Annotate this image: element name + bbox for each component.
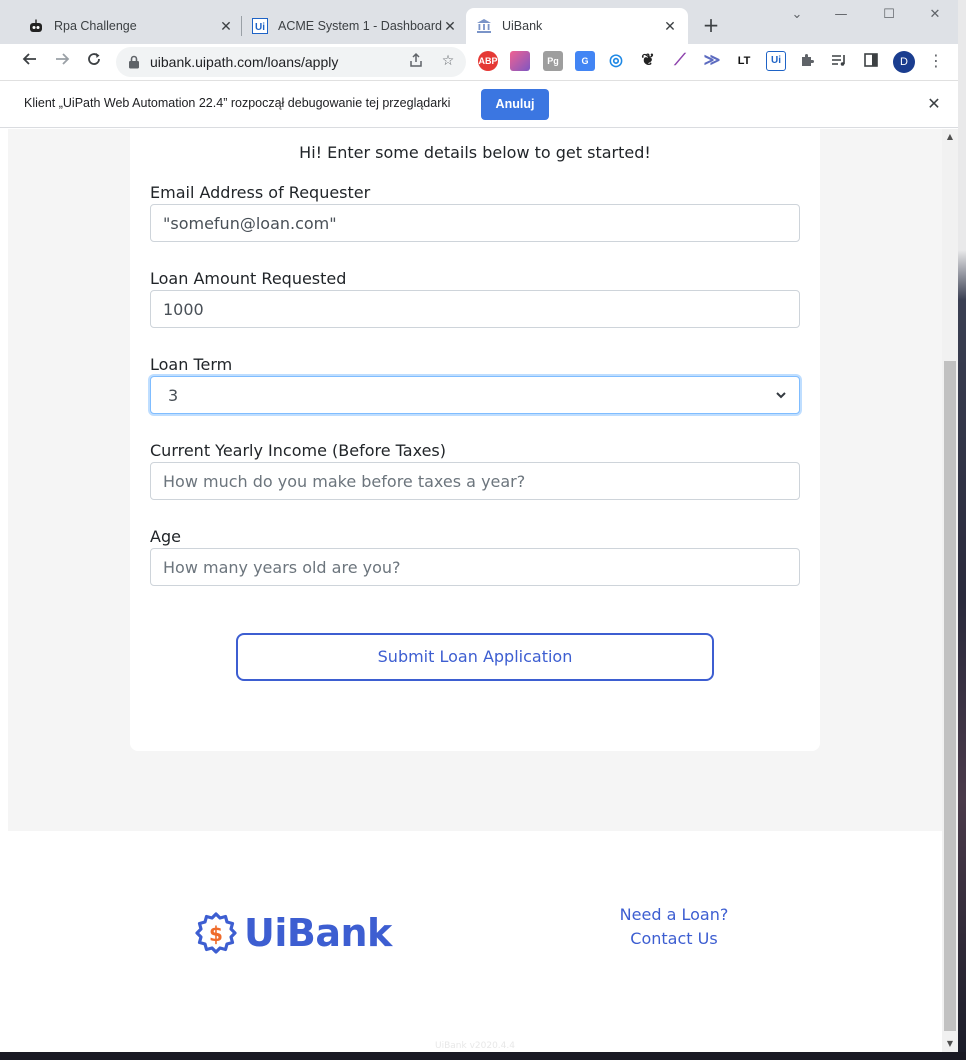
circle-icon[interactable]: ◎ <box>606 51 626 71</box>
lt-icon[interactable]: LT <box>734 51 754 71</box>
uipath-icon: Ui <box>252 18 268 34</box>
browser-toolbar: uibank.uipath.com/loans/apply ☆ ABP Pg G… <box>0 44 958 80</box>
chevron-ext-icon[interactable]: ≫ <box>702 51 722 71</box>
gradient-icon[interactable] <box>510 51 530 71</box>
chevron-down-icon <box>776 392 786 399</box>
tab-title: ACME System 1 - Dashboard <box>278 19 442 33</box>
chevron-down-icon[interactable]: ⌄ <box>785 4 809 28</box>
url-text: uibank.uipath.com/loans/apply <box>150 54 339 70</box>
term-selected-value: 3 <box>168 385 179 405</box>
pg-icon[interactable]: Pg <box>543 51 563 71</box>
translate-icon[interactable]: G <box>575 51 595 71</box>
form-greeting: Hi! Enter some details below to get star… <box>299 143 651 162</box>
uibank-logo[interactable]: $ UiBank <box>192 909 392 957</box>
term-select[interactable]: 3 <box>150 376 800 414</box>
desktop-background <box>958 0 966 1060</box>
reload-button[interactable] <box>82 50 106 74</box>
contact-us-link[interactable]: Contact Us <box>594 929 754 948</box>
arrow-left-icon <box>22 53 36 65</box>
income-field[interactable] <box>150 462 800 500</box>
arrow-right-icon <box>56 53 70 65</box>
submit-loan-button[interactable]: Submit Loan Application <box>236 633 714 681</box>
adblock-icon[interactable]: ABP <box>478 51 498 71</box>
brand-name: UiBank <box>244 911 392 955</box>
close-icon[interactable]: ✕ <box>662 18 678 34</box>
close-icon[interactable]: ✕ <box>442 18 458 34</box>
back-button[interactable] <box>18 50 42 74</box>
feather-icon[interactable]: ⟋ <box>670 51 690 71</box>
email-label: Email Address of Requester <box>150 183 371 202</box>
cancel-button[interactable]: Anuluj <box>481 89 549 120</box>
scroll-down-arrow-icon[interactable]: ▼ <box>942 1036 958 1052</box>
amount-field[interactable] <box>150 290 800 328</box>
tab-strip: Rpa Challenge ✕ Ui ACME System 1 - Dashb… <box>0 0 958 44</box>
maximize-icon[interactable]: ☐ <box>877 4 901 28</box>
extensions-puzzle-icon[interactable] <box>798 52 816 70</box>
page-viewport: Hi! Enter some details below to get star… <box>8 129 942 1052</box>
window-close-icon[interactable]: ✕ <box>923 4 947 28</box>
reading-list-icon[interactable] <box>830 52 848 70</box>
close-icon[interactable]: ✕ <box>218 18 234 34</box>
term-label: Loan Term <box>150 355 233 374</box>
svg-text:$: $ <box>209 922 223 946</box>
email-field[interactable] <box>150 204 800 242</box>
profile-avatar[interactable]: D <box>893 51 915 73</box>
forward-button[interactable] <box>50 50 74 74</box>
share-icon[interactable] <box>407 52 425 70</box>
robot-icon <box>28 18 44 34</box>
gnu-icon[interactable]: ❦ <box>638 51 658 71</box>
desktop-taskbar-edge <box>0 1052 966 1060</box>
svg-text:Ui: Ui <box>255 22 265 33</box>
tab-uibank[interactable]: UiBank ✕ <box>466 8 688 44</box>
income-label: Current Yearly Income (Before Taxes) <box>150 441 446 460</box>
amount-label: Loan Amount Requested <box>150 269 347 288</box>
close-icon[interactable]: ✕ <box>925 93 943 115</box>
lock-icon <box>129 55 139 69</box>
scrollbar-thumb[interactable] <box>944 361 956 1031</box>
minimize-icon[interactable]: — <box>829 4 853 28</box>
dollar-badge-icon: $ <box>195 912 237 954</box>
page-footer: $ UiBank Need a Loan? Contact Us UiBank … <box>8 831 942 1052</box>
tab-title: UiBank <box>502 19 543 33</box>
loan-form-card: Hi! Enter some details below to get star… <box>130 129 820 751</box>
tab-title: Rpa Challenge <box>54 19 137 33</box>
new-tab-button[interactable]: + <box>700 14 722 36</box>
infobar-message: Klient „UiPath Web Automation 22.4” rozp… <box>24 96 451 110</box>
age-field[interactable] <box>150 548 800 586</box>
bookmark-star-icon[interactable]: ☆ <box>439 52 457 70</box>
bank-icon <box>476 18 492 34</box>
debugging-infobar: Klient „UiPath Web Automation 22.4” rozp… <box>0 80 958 128</box>
kebab-menu-icon[interactable]: ⋮ <box>927 52 945 70</box>
tab-separator <box>241 16 242 36</box>
version-text: UiBank v2020.4.4 <box>435 1041 515 1051</box>
tab-rpa-challenge[interactable]: Rpa Challenge ✕ <box>20 8 242 44</box>
reload-icon <box>88 53 100 65</box>
side-panel-icon[interactable] <box>862 52 880 70</box>
need-loan-link[interactable]: Need a Loan? <box>594 905 754 924</box>
page-scrollbar[interactable]: ▲ ▼ <box>942 129 958 1052</box>
scroll-up-arrow-icon[interactable]: ▲ <box>942 129 958 145</box>
age-label: Age <box>150 527 181 546</box>
ui-ext-icon[interactable]: Ui <box>766 51 786 71</box>
tab-acme-dashboard[interactable]: Ui ACME System 1 - Dashboard ✕ <box>244 8 466 44</box>
